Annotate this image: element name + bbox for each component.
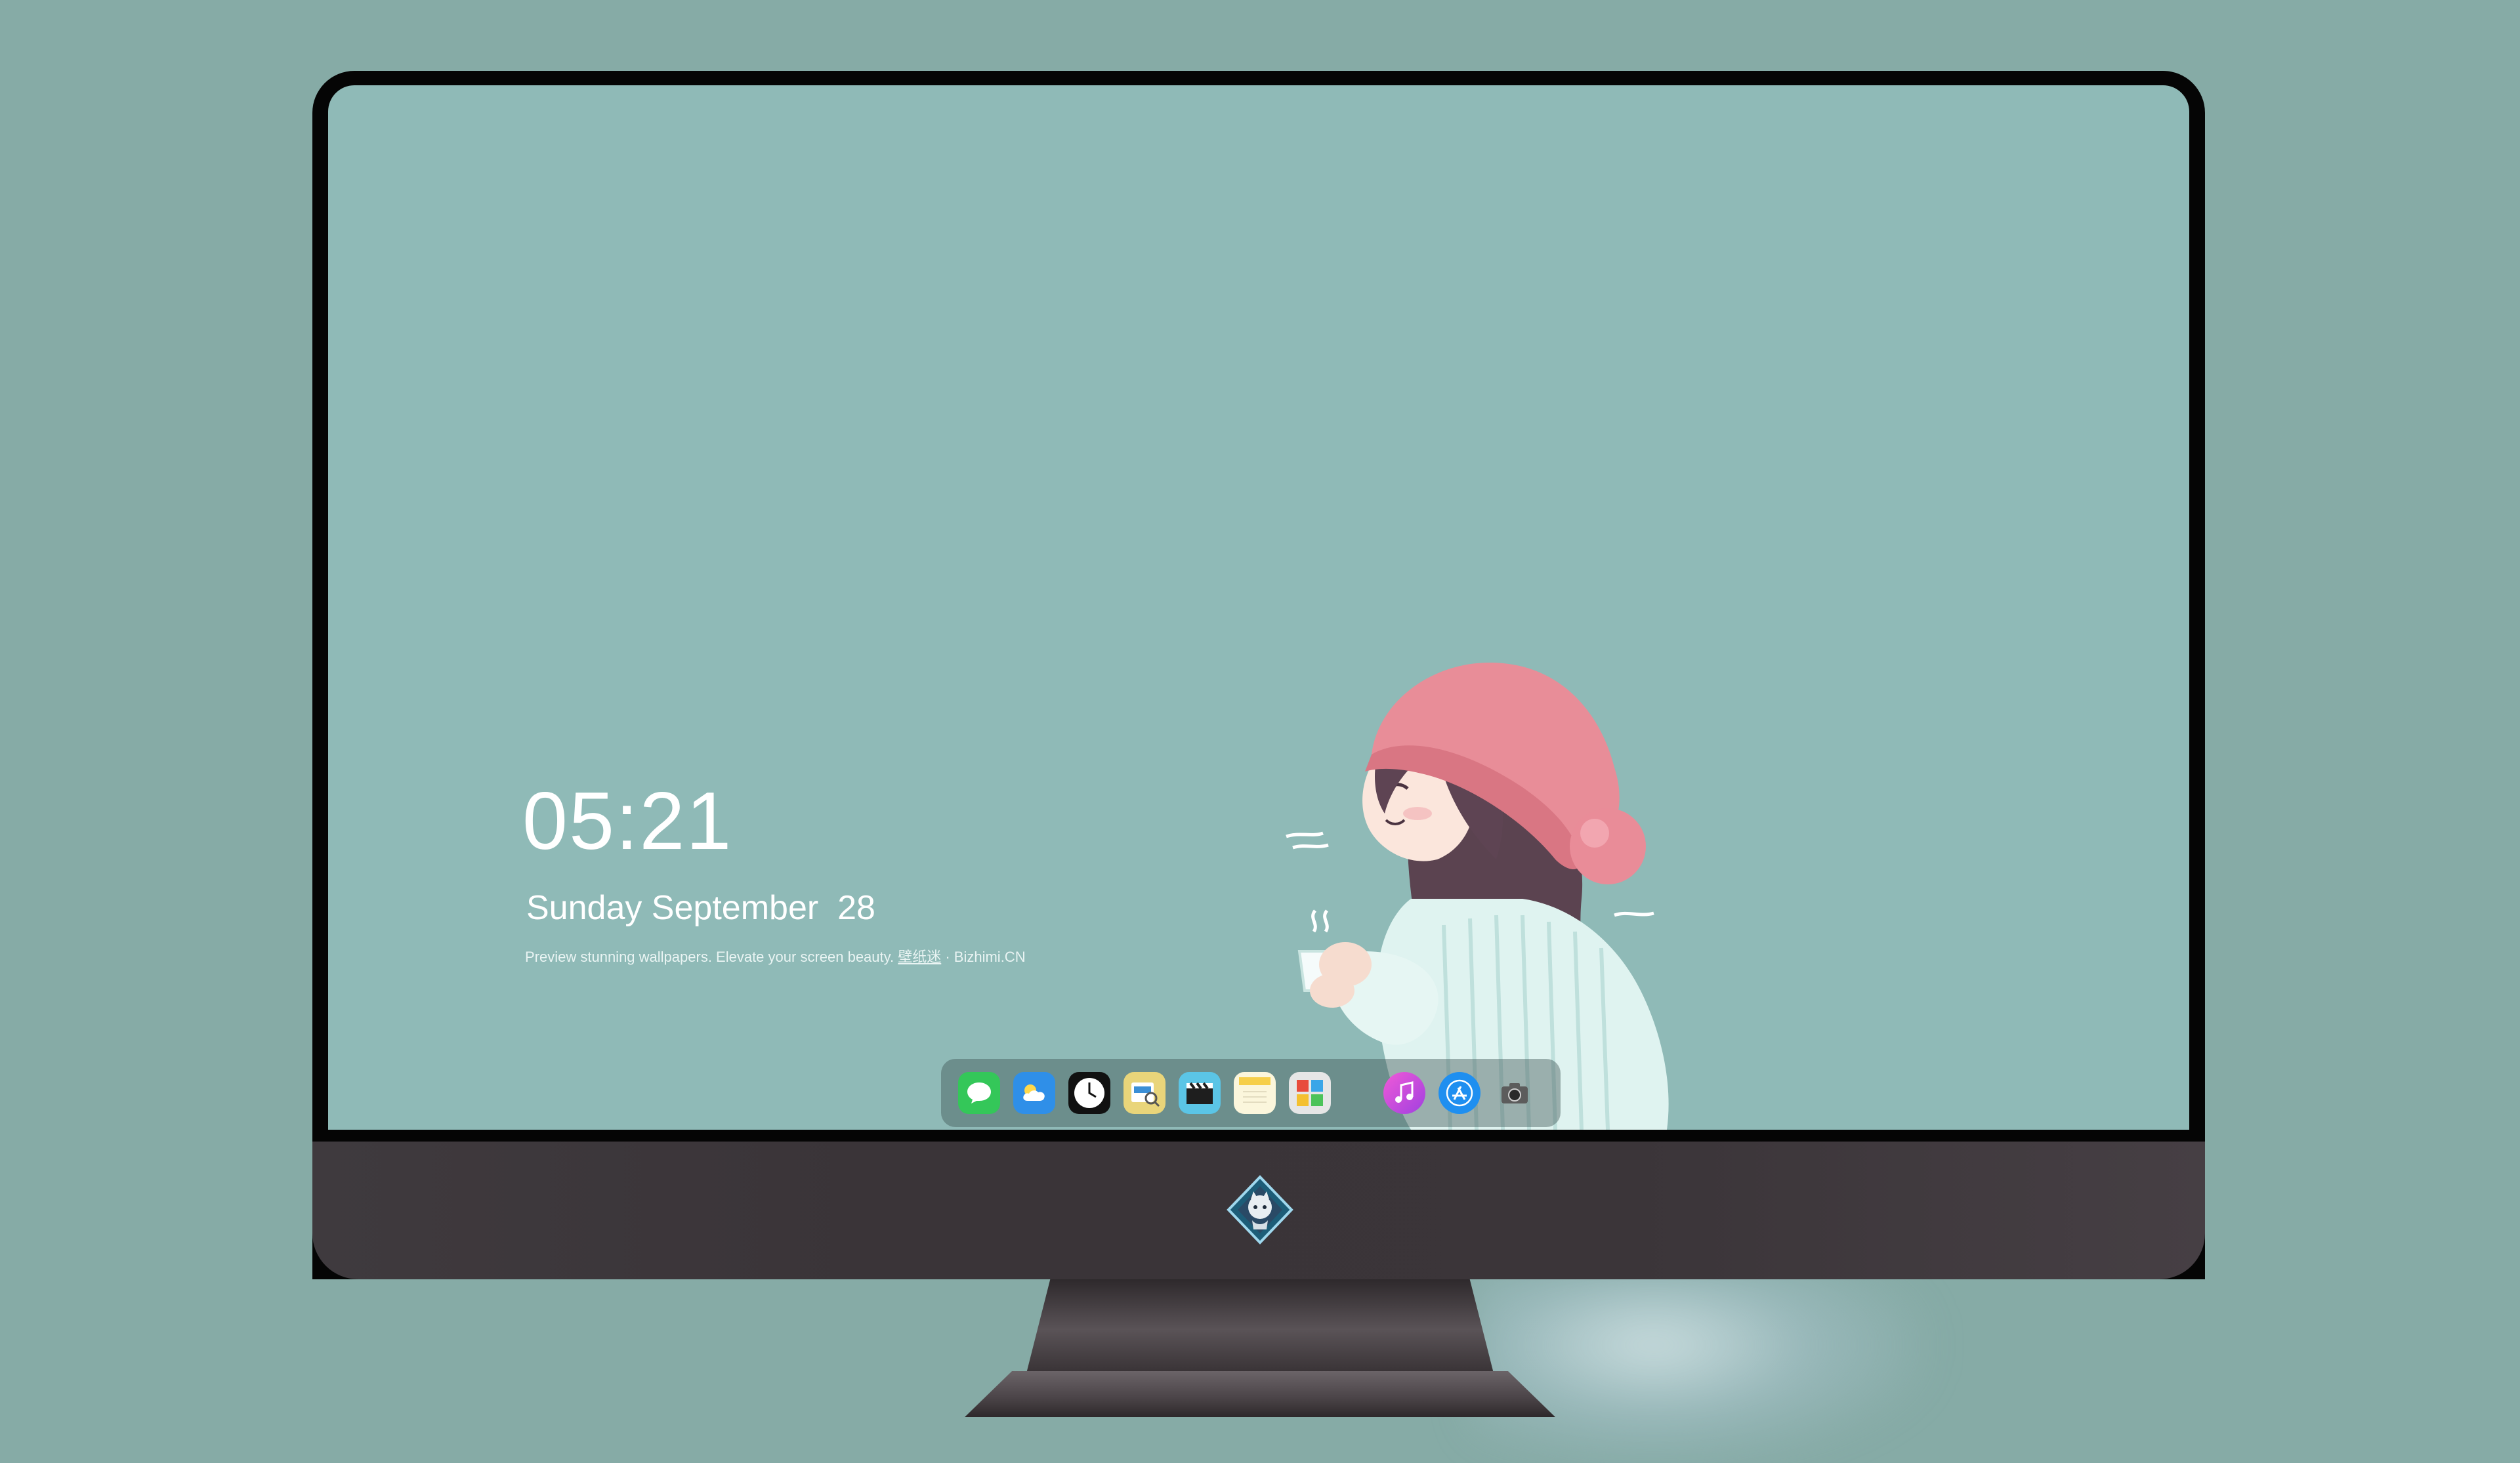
lockscreen-date: Sunday September 28	[526, 889, 875, 927]
tagline-brand-link[interactable]: 壁纸迷	[898, 949, 941, 965]
messages-icon[interactable]	[958, 1072, 1000, 1114]
wallpaper-illustration	[1286, 663, 1669, 1130]
notes-icon[interactable]	[1234, 1072, 1276, 1114]
monitor-stand-neck	[1026, 1279, 1494, 1371]
photo-collage-icon[interactable]	[1289, 1072, 1331, 1114]
tagline-text: Preview stunning wallpapers. Elevate you…	[525, 949, 898, 965]
music-icon[interactable]	[1383, 1072, 1425, 1114]
clock-icon[interactable]	[1068, 1072, 1110, 1114]
monitor-stand-base	[965, 1371, 1555, 1417]
tagline-site: · Bizhimi.CN	[941, 949, 1026, 965]
brand-logo-icon	[1227, 1175, 1293, 1245]
wallpaper-tagline: Preview stunning wallpapers. Elevate you…	[525, 950, 1026, 964]
monitor-frame: 05:21 Sunday September 28 Preview stunni…	[312, 71, 2205, 1279]
app-dock	[941, 1059, 1561, 1127]
preview-icon[interactable]	[1124, 1072, 1166, 1114]
background-blur	[1470, 1266, 1929, 1463]
lockscreen-time: 05:21	[522, 776, 733, 867]
camera-icon[interactable]	[1494, 1072, 1536, 1114]
app-store-icon[interactable]	[1438, 1072, 1480, 1114]
video-editor-icon[interactable]	[1179, 1072, 1221, 1114]
weather-icon[interactable]	[1013, 1072, 1055, 1114]
desktop-screen: 05:21 Sunday September 28 Preview stunni…	[328, 85, 2189, 1130]
